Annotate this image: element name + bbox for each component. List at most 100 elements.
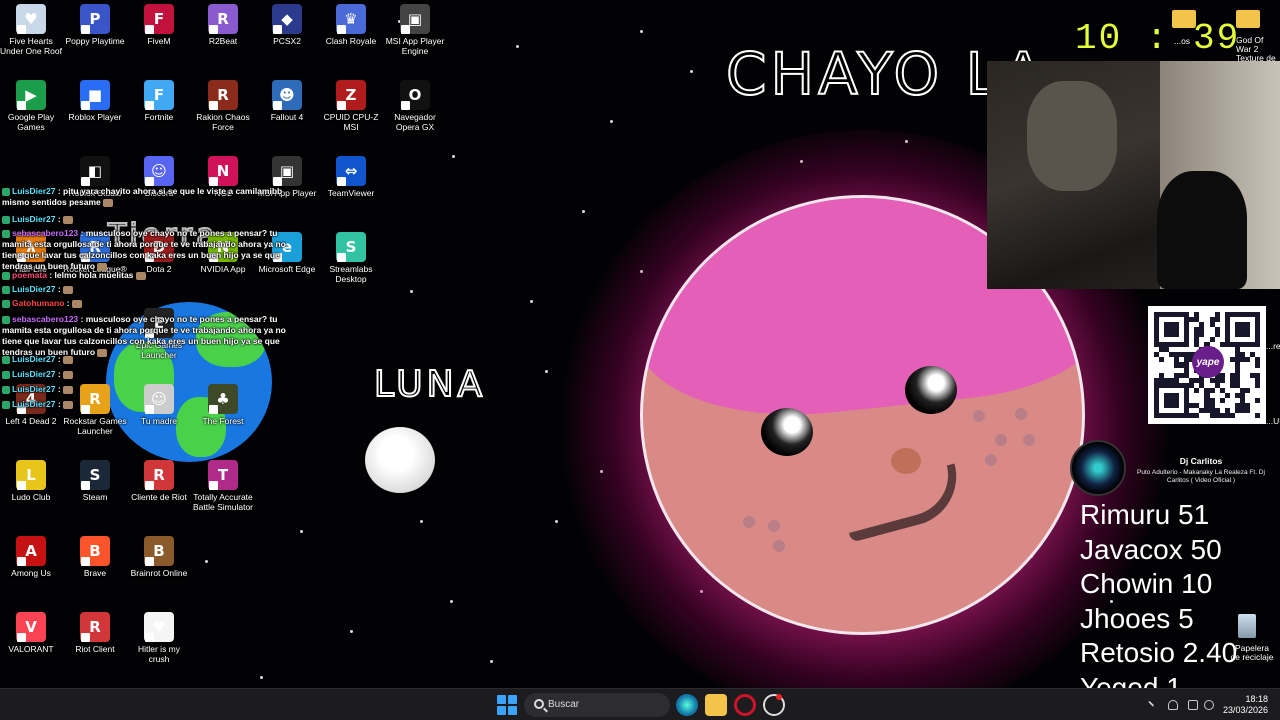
desktop-icon-poppy-playtime[interactable]: P Poppy Playtime [63,4,127,46]
desktop-icon-cpuid-cpu-z-msi[interactable]: Z CPUID CPU-Z MSI [319,80,383,132]
shortcut-arrow-icon [273,101,282,110]
leaderboard-name: Rimuru [1080,499,1179,530]
app-icon: S [80,460,110,490]
desktop-icon-brave[interactable]: B Brave [63,536,127,578]
chat-badge-icon [2,271,10,280]
chat-username: LuisDier27 [12,354,56,364]
chat-emote-icon [63,355,74,364]
app-icon: N [208,156,238,186]
webcam-chair [1157,171,1247,289]
desktop-icon-cliente-de-riot[interactable]: R Cliente de Riot [127,460,191,502]
search-icon [534,699,544,709]
chat-username: LuisDier27 [12,284,56,294]
shortcut-arrow-icon [209,25,218,34]
chat-text: : [55,384,64,394]
desktop-icon-pcsx2[interactable]: ◆ PCSX2 [255,4,319,46]
app-icon: V [16,612,46,642]
desktop-icon-label: Roblox Player [68,112,122,122]
chat-message: LuisDier27 : [2,384,302,395]
desktop-icon-rakion-chaos-force[interactable]: R Rakion Chaos Force [191,80,255,132]
shortcut-arrow-icon [17,481,26,490]
desktop-icon-navegador-opera-gx[interactable]: O Navegador Opera GX [383,80,447,132]
desktop-icon-clash-royale[interactable]: ♛ Clash Royale [319,4,383,46]
chat-emote-icon [135,271,146,280]
desktop-icon-steam[interactable]: S Steam [63,460,127,502]
now-playing-widget: Dj Carlitos Puto Adulterio - Makanaky La… [1070,440,1270,496]
windows-logo-icon [508,695,517,704]
tray-date: 23/03/2026 [1222,705,1268,715]
windows-logo-icon [508,706,517,715]
desktop-icon-fivem[interactable]: F FiveM [127,4,191,46]
desktop-icon-brainrot-online[interactable]: B Brainrot Online [127,536,191,578]
chevron-up-icon[interactable] [1144,700,1155,711]
desktop-icon-streamlabs-desktop[interactable]: S Streamlabs Desktop [319,232,383,284]
chat-emote-icon [103,198,114,207]
desktop-icon-fallout-4[interactable]: ☻ Fallout 4 [255,80,319,122]
shortcut-arrow-icon [273,177,282,186]
start-button[interactable] [497,695,517,715]
desktop-icon-label: Brave [83,568,107,578]
app-icon: ♥ [144,612,174,642]
app-icon: F [144,80,174,110]
file-explorer-icon[interactable] [705,694,727,716]
shortcut-arrow-icon [145,25,154,34]
star [582,210,585,213]
app-icon: R [208,80,238,110]
desktop-icon-teamviewer[interactable]: ⇔ TeamViewer [319,156,383,198]
app-icon: ◆ [272,4,302,34]
microphone-icon[interactable] [1168,700,1178,710]
leaderboard-name: Jhooes [1080,602,1179,634]
app-icon: B [80,536,110,566]
shortcut-arrow-icon [401,25,410,34]
recycle-bin-icon[interactable] [1238,614,1256,638]
desktop-icon-google-play-games[interactable]: ▶ Google Play Games [0,80,63,132]
tray-clock[interactable]: 18:18 23/03/2026 [1208,694,1268,716]
display-icon[interactable] [1188,700,1198,710]
desktop-icon-r2beat[interactable]: R R2Beat [191,4,255,46]
qr-module [1254,412,1260,418]
chat-message: LuisDier27 : [2,284,302,295]
desktop-icon-five-hearts-under-one-roof[interactable]: ♥ Five Hearts Under One Roof [0,4,63,56]
leaderboard-row: Javacox 50 [1080,533,1237,568]
opera-gx-icon[interactable] [734,694,756,716]
taskbar-search[interactable]: Buscar [524,693,670,717]
desktop-icon-hitler-is-my-crush[interactable]: ♥ Hitler is my crush [127,612,191,664]
chat-badge-icon [2,315,10,324]
shortcut-arrow-icon [209,481,218,490]
shortcut-arrow-icon [145,633,154,642]
desktop-icon-label: Steam [82,492,108,502]
desktop-icon-label[interactable]: ...UL [1266,416,1280,426]
desktop-icon-roblox-player[interactable]: ■ Roblox Player [63,80,127,122]
chat-text: : [55,214,64,224]
desktop-icon-riot-client[interactable]: R Riot Client [63,612,127,654]
desktop-icon-label: Clash Royale [325,36,377,46]
star [610,120,613,123]
leaderboard-row: Chowin 10 [1080,567,1237,602]
leaderboard-name: Retosio [1080,637,1183,669]
planet-right-eye [905,366,957,414]
donation-leaderboard: Rimuru 51 Javacox 50 Chowin 10 Jhooes 5 Reto… [1080,498,1237,706]
desktop-icon-ludo-club[interactable]: L Ludo Club [0,460,63,502]
desktop-icon-fortnite[interactable]: F Fortnite [127,80,191,122]
leaderboard-score: 50 [1190,533,1222,565]
desktop-icon-label[interactable]: ...res [1266,341,1280,351]
freckle [743,516,755,528]
chat-username: poemata [12,270,47,280]
desktop-icon-msi-app-player-engine[interactable]: ▣ MSI App Player Engine [383,4,447,56]
app-icon: T [208,460,238,490]
star [300,530,303,533]
windows-logo-icon [497,706,506,715]
chat-username: LuisDier27 [12,186,56,196]
chat-badge-icon [2,385,10,394]
star [690,70,693,73]
edge-taskbar-icon[interactable] [676,694,698,716]
star [530,300,533,303]
chat-username: LuisDier27 [12,384,56,394]
chat-text: : [55,369,64,379]
shortcut-arrow-icon [209,101,218,110]
desktop-icon-totally-accurate-battle-simulator[interactable]: T Totally Accurate Battle Simulator [191,460,255,512]
shortcut-arrow-icon [81,101,90,110]
desktop-icon-valorant[interactable]: V VALORANT [0,612,63,654]
desktop-icon-among-us[interactable]: A Among Us [0,536,63,578]
chat-username: sebascabero123 [12,228,79,238]
